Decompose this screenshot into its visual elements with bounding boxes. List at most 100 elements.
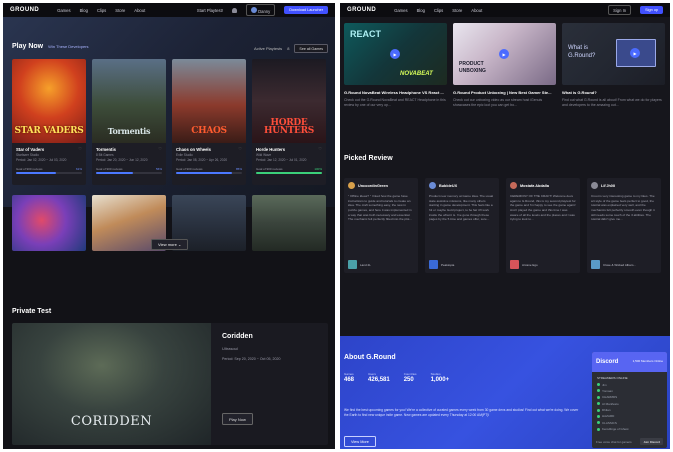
nav-about[interactable]: About	[471, 8, 482, 13]
review-card[interactable]: BubbleUX Product new memory at Game Idea…	[425, 178, 499, 273]
review-game-name[interactable]: Arcane Ego	[522, 263, 538, 267]
game-card[interactable]: HORDE HUNTERS ♡ Horde Hunters Wild Wave …	[252, 59, 326, 185]
review-game-name[interactable]: Close & Wicked Albam...	[603, 263, 636, 267]
bell-icon[interactable]	[231, 7, 237, 13]
discord-member[interactable]: Kerodlinge of Ghest	[592, 426, 667, 432]
view-more-button[interactable]: View more ⌄	[151, 239, 189, 250]
game-card[interactable]: STAR VADERS ♡ Star of Vaders Starfazer S…	[12, 59, 86, 185]
picked-review-header: Picked Review	[344, 155, 393, 162]
nav-store[interactable]: Store	[452, 8, 462, 13]
review-card[interactable]: Lil'Jh0ll Croot is very interesting game…	[587, 178, 661, 273]
card-art-title: STAR VADERS	[14, 126, 84, 137]
reviewer-name: Lil'Jh0ll	[601, 183, 615, 188]
heart-icon[interactable]: ♡	[158, 146, 162, 151]
online-dot	[597, 414, 600, 418]
video-title[interactable]: G.Round Product Unboxing | New Best Game…	[453, 90, 556, 95]
review-text: Product new memory at Game Idea. The usu…	[429, 194, 494, 222]
video-thumbnail[interactable]: PRODUCT UNBOXING ▶	[453, 23, 556, 85]
nav-clips[interactable]: Clips	[434, 8, 443, 13]
card-period: Period: Jan 08, 2020 ~ Apr 26, 2020	[176, 158, 228, 163]
user-menu[interactable]: Danny	[245, 4, 276, 16]
review-game-name[interactable]: Land 2L	[360, 263, 371, 267]
about-stats: Games 468 Users 426,581 Countries 250 Studi…	[344, 372, 449, 383]
review-game-name[interactable]: Peaktopia	[441, 263, 454, 267]
online-dot	[597, 389, 600, 393]
game-thumbnail	[429, 260, 438, 269]
top-nav: GROUND Games Blog Clips Store About Sign…	[340, 3, 670, 17]
card-art: Tormentis	[92, 59, 166, 143]
nav-about[interactable]: About	[134, 8, 145, 13]
video-title[interactable]: G.Round NovaBeat Wireless Headphone VS R…	[344, 90, 447, 95]
progress-bar	[16, 172, 82, 175]
card-name: Horde Hunters	[256, 147, 286, 152]
online-dot	[597, 427, 600, 431]
play-icon[interactable]: ▶	[499, 49, 509, 59]
nav-store[interactable]: Store	[115, 8, 125, 13]
video-thumbnail[interactable]: REACT NOVABEAT ▶	[344, 23, 447, 85]
signup-button[interactable]: Sign up	[640, 6, 663, 14]
game-thumbnail	[591, 260, 600, 269]
reviewer-name: Mostafa Abdalla	[520, 183, 549, 188]
thumb-title: REACT	[350, 29, 381, 39]
game-card[interactable]: Tormentis ♡ Tormentis 8 Bit Games Period…	[92, 59, 166, 185]
video-thumbnail[interactable]: What is G.Round? ▶	[562, 23, 665, 85]
video-card[interactable]: What is G.Round? ▶ What is G.Round? Find…	[562, 23, 665, 108]
play-icon[interactable]: ▶	[630, 48, 640, 58]
logo[interactable]: GROUND	[10, 7, 39, 13]
private-game-name: Coridden	[222, 333, 253, 340]
video-description: Find out what G.Round is all about! From…	[562, 98, 662, 108]
playtest-link[interactable]: Start Playtest!	[197, 8, 223, 13]
review-text: Croot is very interesting game to my lik…	[591, 194, 655, 222]
discord-footer: Free voice chat for gamers Join Discord	[596, 438, 663, 445]
avatar	[348, 182, 355, 189]
member-name: CHARMDS	[602, 395, 618, 400]
online-dot	[597, 383, 600, 387]
online-dot	[597, 408, 600, 412]
card-period: Period: Jan 20, 2020 ~ Jun 12, 2020	[96, 158, 148, 163]
card-percent: 56%	[155, 166, 162, 171]
join-discord-button[interactable]: Join Discord	[640, 438, 663, 445]
logo[interactable]: GROUND	[347, 7, 376, 13]
card-period: Period: Jan 02, 2020 ~ Jul 03, 2020	[16, 158, 67, 163]
card-name: Chaos on Wheels	[176, 147, 211, 152]
video-description: Check out our unboxing video as our stre…	[453, 98, 543, 108]
play-now-subtitle[interactable]: Win These Developers	[48, 44, 88, 49]
member-name: AI Manifesto	[602, 401, 619, 406]
thumb-title: What is	[568, 45, 589, 51]
heart-icon[interactable]: ♡	[238, 146, 242, 151]
nav-blog[interactable]: Blog	[80, 8, 88, 13]
about-section: About G.Round Games 468 Users 426,581 Coun…	[340, 336, 670, 449]
game-thumbnail[interactable]	[12, 195, 86, 251]
view-more-button[interactable]: View More	[344, 436, 376, 447]
heart-icon[interactable]: ♡	[318, 146, 322, 151]
play-now-button[interactable]: Play Now	[222, 413, 253, 425]
review-card[interactable]: Mostafa Abdalla CEREMONY OF THE CRAFT! W…	[506, 178, 580, 273]
thumb-title: PRODUCT	[459, 61, 484, 67]
nav-clips[interactable]: Clips	[97, 8, 106, 13]
member-name: HAZARD	[602, 414, 615, 419]
review-card[interactable]: UncoordinGreen " Offline Ideas? " I like…	[344, 178, 418, 273]
nav-games[interactable]: Games	[394, 8, 408, 13]
download-launcher-button[interactable]: Download Launcher	[284, 6, 328, 14]
progress-fill	[16, 172, 57, 175]
see-all-games-button[interactable]: See all Games	[294, 44, 328, 53]
private-art-caption: CORIDDEN	[70, 414, 153, 429]
discord-member-count: 1,500 Members Online	[632, 359, 663, 364]
stat-studios: Studios 1,000+	[431, 372, 450, 383]
active-playtests: Active Playtests 8 See all Games	[254, 44, 328, 53]
signin-button[interactable]: Sign In	[608, 5, 632, 15]
game-thumbnail[interactable]	[252, 195, 326, 251]
video-card[interactable]: REACT NOVABEAT ▶ G.Round NovaBeat Wirele…	[344, 23, 447, 108]
card-goal: Goal of 900 reviews	[256, 166, 283, 171]
play-icon[interactable]: ▶	[390, 49, 400, 59]
stat-countries: Countries 250	[404, 372, 417, 383]
stat-label: Studios	[430, 372, 441, 376]
stat-games: Games 468	[344, 372, 354, 383]
private-test-art[interactable]: CORIDDEN	[12, 323, 211, 445]
nav-games[interactable]: Games	[57, 8, 71, 13]
video-title[interactable]: What is G.Round?	[562, 90, 665, 95]
heart-icon[interactable]: ♡	[78, 146, 82, 151]
nav-blog[interactable]: Blog	[417, 8, 425, 13]
video-card[interactable]: PRODUCT UNBOXING ▶ G.Round Product Unbox…	[453, 23, 556, 108]
game-card[interactable]: CHAOS ♡ Chaos on Wheels Exile Studio Per…	[172, 59, 246, 185]
